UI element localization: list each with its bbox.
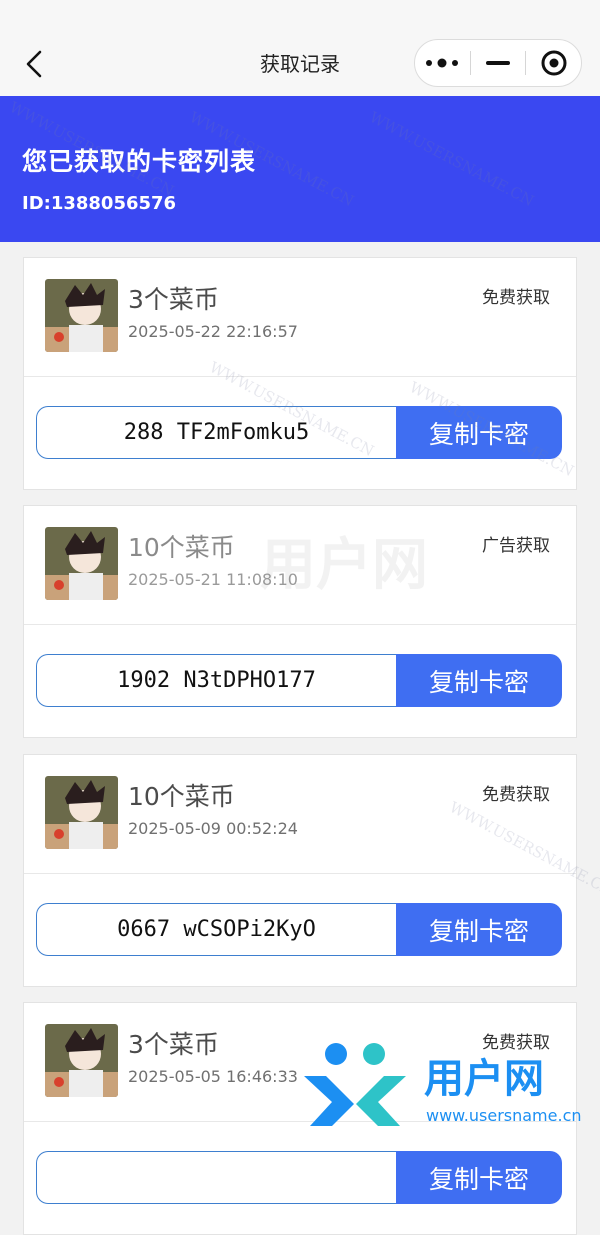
record-card: 10个菜币 2025-05-21 11:08:10 广告获取 1902 N3tD… <box>23 505 577 738</box>
header-banner: 您已获取的卡密列表 ID:1388056576 <box>0 96 600 242</box>
avatar <box>45 776 118 849</box>
obtained-time: 2025-05-05 16:46:33 <box>128 1067 298 1086</box>
obtained-time: 2025-05-22 22:16:57 <box>128 322 298 341</box>
banner-heading: 您已获取的卡密列表 <box>22 147 257 176</box>
user-id-text: ID:1388056576 <box>22 193 177 214</box>
card-code-field[interactable]: 0667 wCSOPi2KyO <box>36 903 396 956</box>
target-circle-icon <box>541 50 567 76</box>
obtain-method: 广告获取 <box>482 536 550 556</box>
navigation-bar: 获取记录 <box>0 0 600 96</box>
card-divider <box>24 376 576 377</box>
minimize-button[interactable] <box>471 40 526 86</box>
logo-mark-icon <box>304 1043 406 1126</box>
close-button[interactable] <box>526 40 581 86</box>
logo-name: 用户网 <box>424 1056 544 1102</box>
reward-amount: 3个菜币 <box>128 1030 219 1059</box>
site-logo: 用户网 www.usersname.cn <box>296 1040 600 1130</box>
card-divider <box>24 873 576 874</box>
obtain-method: 免费获取 <box>482 288 550 308</box>
reward-amount: 10个菜币 <box>128 533 235 562</box>
mini-program-capsule <box>414 39 582 87</box>
record-card: 10个菜币 2025-05-09 00:52:24 免费获取 0667 wCSO… <box>23 754 577 987</box>
obtained-time: 2025-05-09 00:52:24 <box>128 819 298 838</box>
reward-amount: 3个菜币 <box>128 285 219 314</box>
minus-icon <box>486 61 510 65</box>
more-dots-icon <box>426 58 459 68</box>
copy-code-button[interactable]: 复制卡密 <box>396 406 562 459</box>
obtained-time: 2025-05-21 11:08:10 <box>128 570 298 589</box>
card-code-field[interactable]: 1902 N3tDPHO177 <box>36 654 396 707</box>
obtain-method: 免费获取 <box>482 785 550 805</box>
avatar <box>45 527 118 600</box>
more-button[interactable] <box>415 40 470 86</box>
copy-code-button[interactable]: 复制卡密 <box>396 654 562 707</box>
avatar <box>45 1024 118 1097</box>
card-code-field[interactable]: 288 TF2mFomku5 <box>36 406 396 459</box>
record-card: 3个菜币 2025-05-22 22:16:57 免费获取 288 TF2mFo… <box>23 257 577 490</box>
reward-amount: 10个菜币 <box>128 782 235 811</box>
copy-code-button[interactable]: 复制卡密 <box>396 903 562 956</box>
card-divider <box>24 624 576 625</box>
logo-url: www.usersname.cn <box>426 1106 582 1125</box>
avatar <box>45 279 118 352</box>
